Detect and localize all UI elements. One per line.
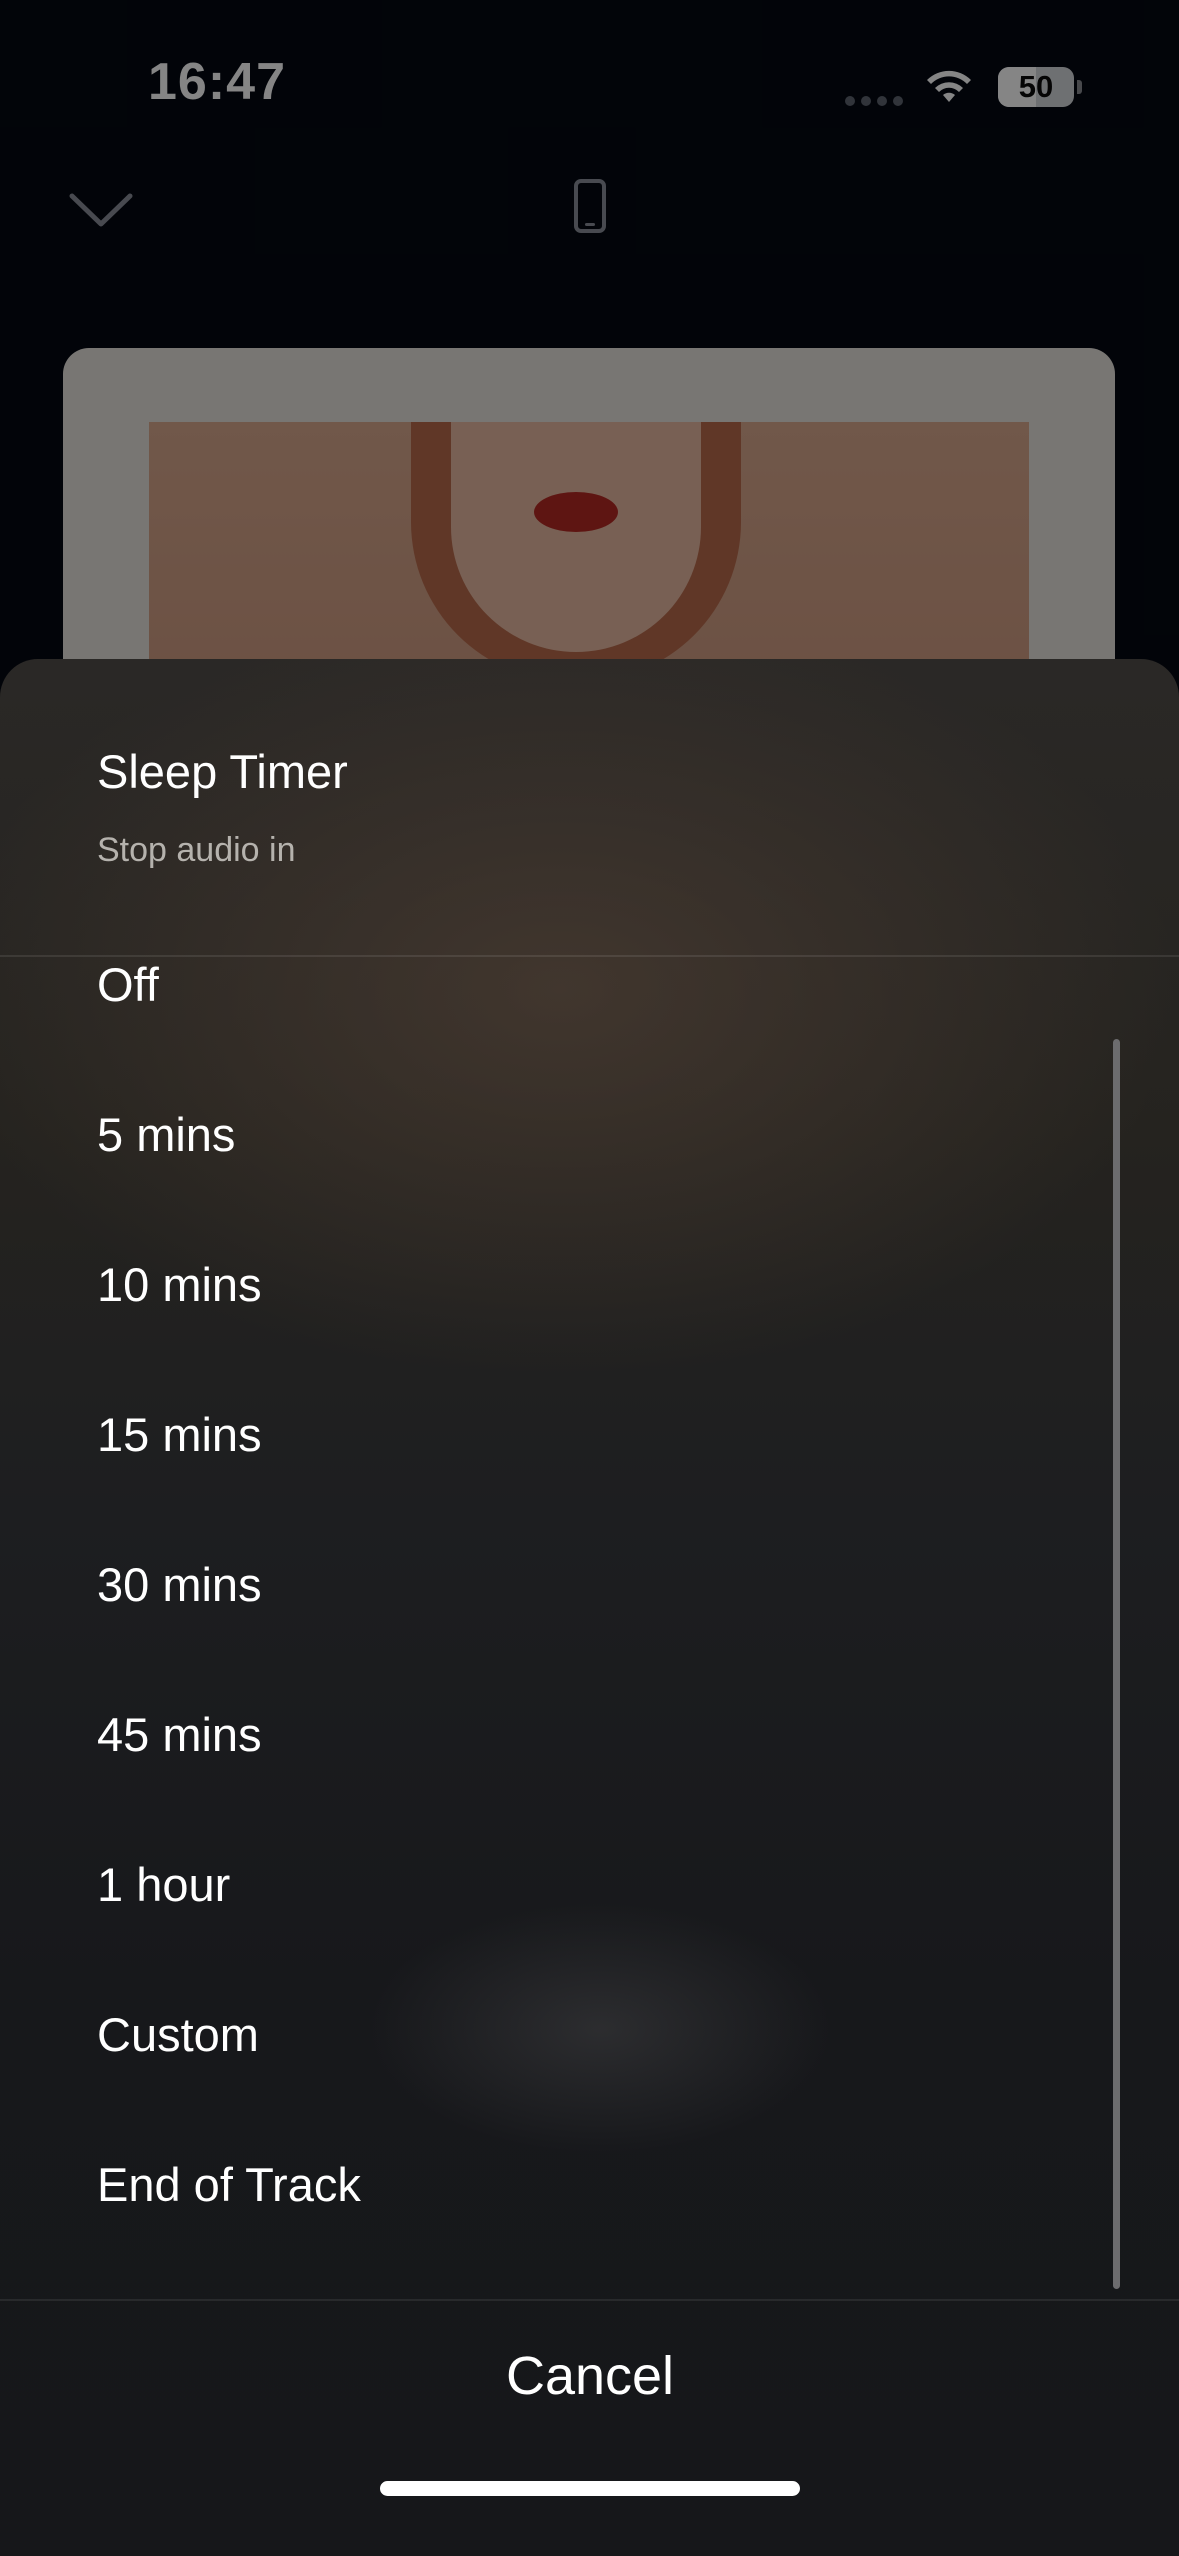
cancel-button[interactable]: Cancel: [340, 2321, 840, 2431]
timer-options-list[interactable]: Off 5 mins 10 mins 15 mins 30 mins 45 mi…: [0, 957, 1179, 2211]
option-label: 1 hour: [97, 1858, 231, 1911]
sheet-subtitle: Stop audio in: [97, 831, 296, 869]
option-label: 30 mins: [97, 1558, 262, 1611]
player-screen: 16:47 50 Sleep Timer Stop audio in Off 5…: [0, 0, 1179, 2556]
option-off[interactable]: Off: [0, 957, 1100, 1107]
scrollbar[interactable]: [1113, 1039, 1120, 2289]
option-label: 45 mins: [97, 1708, 262, 1761]
option-label: End of Track: [97, 2158, 361, 2211]
sleep-timer-sheet: Sleep Timer Stop audio in Off 5 mins 10 …: [0, 659, 1179, 2556]
option-label: 10 mins: [97, 1258, 262, 1311]
sheet-title: Sleep Timer: [97, 745, 348, 798]
option-custom[interactable]: Custom: [0, 2007, 1100, 2157]
home-indicator[interactable]: [380, 2481, 800, 2496]
option-end-of-track[interactable]: End of Track: [0, 2157, 1100, 2307]
option-15-mins[interactable]: 15 mins: [0, 1407, 1100, 1557]
option-45-mins[interactable]: 45 mins: [0, 1707, 1100, 1857]
divider: [0, 2299, 1179, 2301]
option-30-mins[interactable]: 30 mins: [0, 1557, 1100, 1707]
option-5-mins[interactable]: 5 mins: [0, 1107, 1100, 1257]
option-10-mins[interactable]: 10 mins: [0, 1257, 1100, 1407]
option-label: 15 mins: [97, 1408, 262, 1461]
option-label: 5 mins: [97, 1108, 236, 1161]
option-label: Off: [97, 958, 159, 1011]
option-label: Custom: [97, 2008, 259, 2061]
option-1-hour[interactable]: 1 hour: [0, 1857, 1100, 2007]
